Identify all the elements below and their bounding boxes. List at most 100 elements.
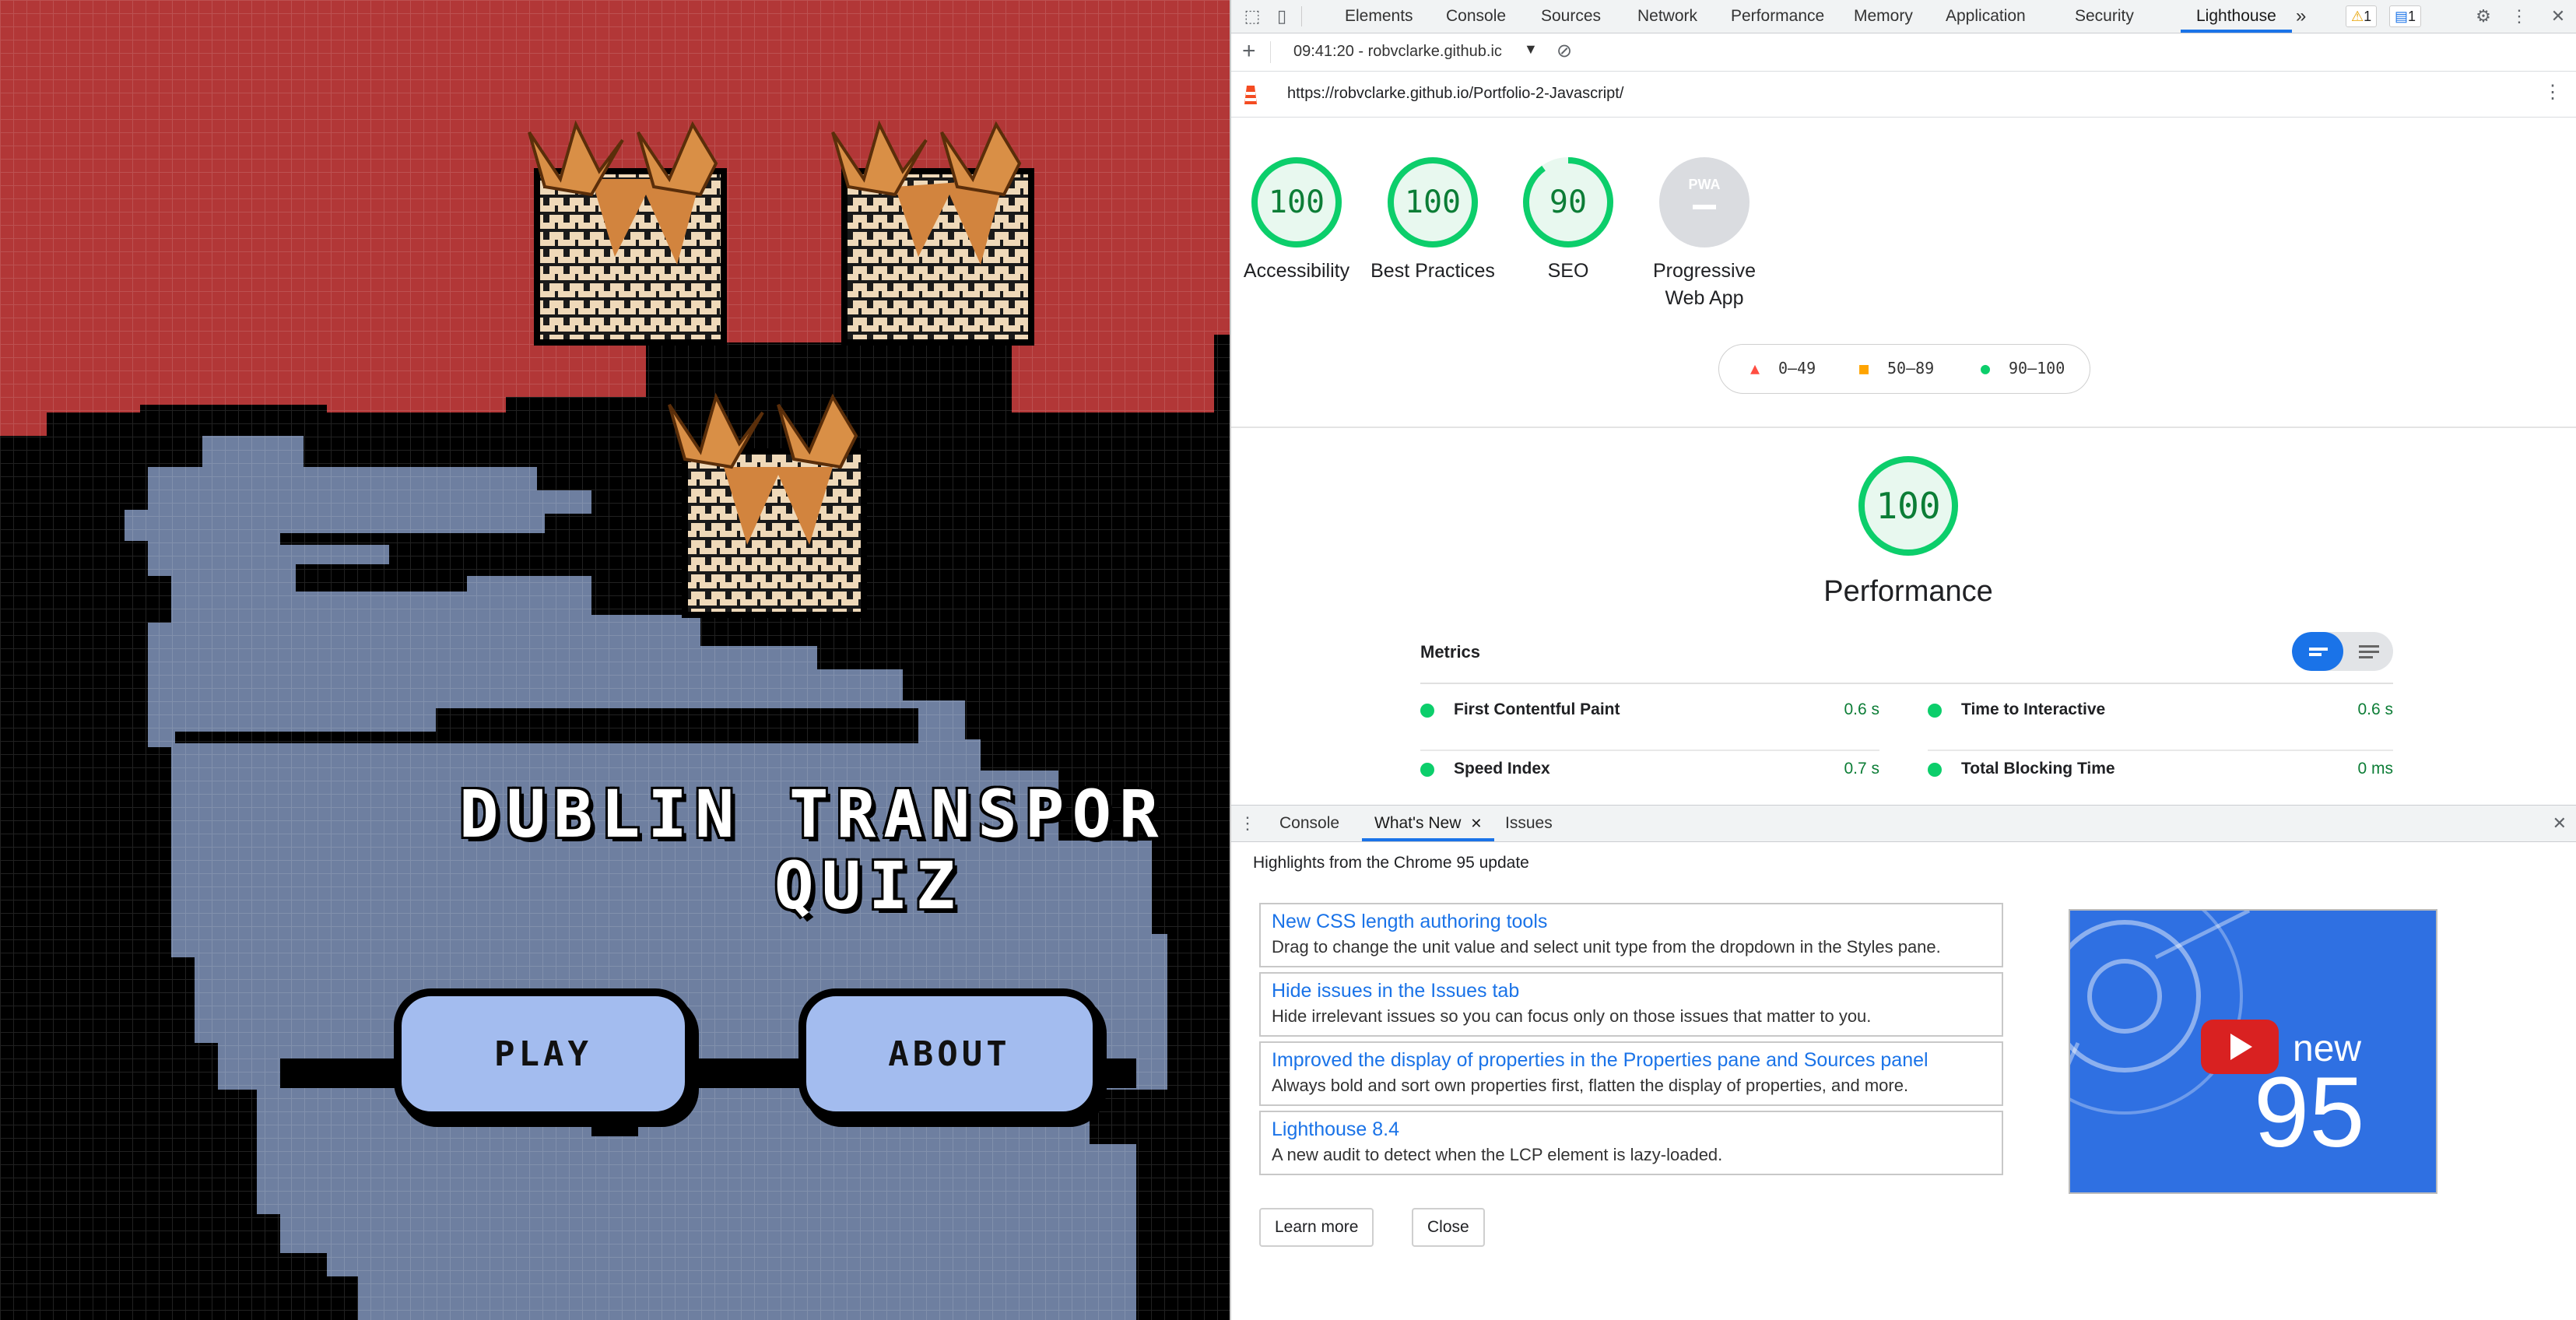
metric-separator	[1928, 750, 2393, 751]
message-icon: ▤	[2395, 9, 2409, 24]
whats-new-item-title[interactable]: Hide issues in the Issues tab	[1272, 980, 1519, 1002]
gauge-best-practices[interactable]: 100 Best Practices	[1367, 156, 1499, 285]
metric-value: 0.7 s	[1844, 760, 1879, 778]
gauge-ring: 100	[1387, 156, 1479, 248]
gauge-label: SEO	[1547, 260, 1589, 282]
report-selector[interactable]: 09:41:20 - robvclarke.github.ic	[1293, 43, 1519, 61]
gauge-label: Accessibility	[1243, 260, 1350, 282]
inspect-element-icon[interactable]: ⬚	[1241, 5, 1264, 28]
score-legend: ▲ 0–49 ■ 50–89 ● 90–100	[1718, 344, 2090, 394]
lighthouse-report: 100 Performance 100 Accessibility 100 Best …	[1231, 118, 2576, 804]
metric-value: 0.6 s	[1844, 700, 1879, 718]
performance-big-score: 100	[1876, 485, 1941, 527]
tab-sources[interactable]: Sources	[1541, 0, 1601, 33]
game-page: DUBLIN TRANSPOR QUIZ PLAY ABOUT	[0, 0, 1230, 1320]
legend-average: 50–89	[1887, 359, 1935, 377]
gauge-pwa[interactable]: PWA Progressive Web App	[1638, 156, 1771, 312]
tab-console[interactable]: Console	[1446, 0, 1506, 33]
whats-new-item-title[interactable]: Improved the display of properties in th…	[1272, 1049, 1928, 1072]
whats-new-item[interactable]: Hide issues in the Issues tab Hide irrel…	[1259, 972, 2003, 1037]
metric-value: 0 ms	[2357, 760, 2393, 778]
metric-speed-index: Speed Index 0.7 s	[1420, 757, 1879, 784]
warnings-badge[interactable]: ⚠1	[2346, 5, 2378, 27]
whats-new-item[interactable]: Improved the display of properties in th…	[1259, 1041, 2003, 1106]
more-tabs-icon[interactable]: »	[2296, 0, 2306, 33]
close-drawer-icon[interactable]: ✕	[2553, 813, 2567, 834]
gauge-seo[interactable]: 90 SEO	[1502, 156, 1634, 285]
performance-big-gauge: 100	[1856, 454, 1960, 558]
clear-reports-icon[interactable]: ⊘	[1556, 40, 1572, 62]
whats-new-item-desc: Hide irrelevant issues so you can focus …	[1272, 1006, 1872, 1026]
pass-circle-icon: ●	[1981, 359, 1991, 377]
legend-fail: 0–49	[1778, 359, 1816, 377]
pass-dot-icon	[1420, 704, 1434, 718]
devtools-tabbar: ⬚ ▯ Elements Console Sources Network Per…	[1231, 0, 2576, 33]
audited-url[interactable]: https://robvclarke.github.io/Portfolio-2…	[1287, 85, 1623, 103]
messages-badge[interactable]: ▤1	[2389, 5, 2422, 27]
settings-gear-icon[interactable]: ⚙	[2472, 5, 2495, 28]
close-devtools-icon[interactable]: ✕	[2546, 5, 2570, 28]
learn-more-button[interactable]: Learn more	[1259, 1208, 1374, 1247]
metric-tbt: Total Blocking Time 0 ms	[1928, 757, 2393, 784]
report-divider	[1231, 427, 2576, 428]
gauge-score: 100	[1268, 184, 1325, 220]
tab-elements[interactable]: Elements	[1345, 0, 1413, 33]
average-square-icon: ■	[1859, 359, 1869, 377]
gauge-accessibility[interactable]: 100 Accessibility	[1231, 156, 1363, 285]
metrics-view-toggle[interactable]	[2292, 632, 2393, 671]
kebab-menu-icon[interactable]: ⋮	[2508, 5, 2531, 28]
drawer-tab-console[interactable]: Console	[1267, 806, 1352, 841]
metric-tti: Time to Interactive 0.6 s	[1928, 698, 2393, 725]
drawer-tab-whats-new-label: What's New	[1374, 814, 1462, 832]
drawer-tab-issues[interactable]: Issues	[1493, 806, 1565, 841]
whats-new-heading: Highlights from the Chrome 95 update	[1253, 854, 1529, 872]
whats-new-item[interactable]: New CSS length authoring tools Drag to c…	[1259, 903, 2003, 967]
metric-name: Total Blocking Time	[1961, 760, 2115, 778]
whats-new-item[interactable]: Lighthouse 8.4 A new audit to detect whe…	[1259, 1111, 2003, 1175]
gauge-label: Progressive Web App	[1653, 260, 1756, 309]
lighthouse-report-bar: + 09:41:20 - robvclarke.github.ic ▼ ⊘	[1231, 33, 2576, 72]
gauge-label: Best Practices	[1370, 260, 1495, 282]
close-tab-icon[interactable]: ✕	[1470, 816, 1482, 831]
metrics-heading: Metrics	[1420, 642, 1481, 662]
gauge-score: 100	[1404, 184, 1462, 220]
about-button[interactable]: ABOUT	[798, 988, 1100, 1119]
metric-separator	[1420, 750, 1879, 751]
drawer-tabbar: ⋮ Console What's New ✕ Issues ✕	[1231, 805, 2576, 842]
tab-network[interactable]: Network	[1637, 0, 1697, 33]
lighthouse-logo-icon	[1244, 86, 1257, 104]
tab-performance[interactable]: Performance	[1731, 0, 1824, 33]
whats-new-video-thumbnail[interactable]: new 95	[2069, 909, 2437, 1194]
device-toolbar-icon[interactable]: ▯	[1270, 5, 1293, 28]
toggle-summary-view[interactable]	[2292, 632, 2343, 671]
expanded-lines-icon[interactable]	[2343, 632, 2393, 671]
metrics-top-rule	[1420, 683, 2393, 684]
performance-title: Performance	[1823, 575, 1993, 608]
new-report-plus-icon[interactable]: +	[1242, 38, 1256, 65]
pwa-badge-text: PWA	[1688, 177, 1720, 192]
whats-new-item-title[interactable]: New CSS length authoring tools	[1272, 911, 1547, 933]
drawer-tab-whats-new[interactable]: What's New ✕	[1362, 806, 1495, 841]
game-title-line2: QUIZ	[774, 848, 963, 924]
tab-memory[interactable]: Memory	[1854, 0, 1913, 33]
pwa-badge-icon: PWA	[1659, 157, 1750, 248]
gauge-ring: 90	[1522, 156, 1614, 248]
metric-name: First Contentful Paint	[1454, 700, 1620, 718]
tab-lighthouse[interactable]: Lighthouse	[2181, 0, 2292, 33]
game-title-line1: DUBLIN TRANSPOR	[459, 776, 1167, 852]
gauge-ring: PWA	[1658, 156, 1750, 248]
report-dropdown-icon[interactable]: ▼	[1524, 41, 1538, 58]
play-button[interactable]: PLAY	[394, 988, 693, 1119]
report-menu-icon[interactable]: ⋮	[2543, 81, 2562, 104]
video-version-text: 95	[2254, 1057, 2365, 1168]
whats-new-item-desc: Always bold and sort own properties firs…	[1272, 1076, 1909, 1095]
tab-application[interactable]: Application	[1946, 0, 2026, 33]
tab-security[interactable]: Security	[2075, 0, 2134, 33]
fail-triangle-icon: ▲	[1750, 359, 1760, 377]
lighthouse-url-bar: https://robvclarke.github.io/Portfolio-2…	[1231, 72, 2576, 118]
drawer-menu-icon[interactable]: ⋮	[1239, 813, 1256, 834]
close-button[interactable]: Close	[1412, 1208, 1485, 1247]
whats-new-item-title[interactable]: Lighthouse 8.4	[1272, 1118, 1399, 1141]
metric-fcp: First Contentful Paint 0.6 s	[1420, 698, 1879, 725]
whats-new-item-desc: Drag to change the unit value and select…	[1272, 937, 1941, 957]
